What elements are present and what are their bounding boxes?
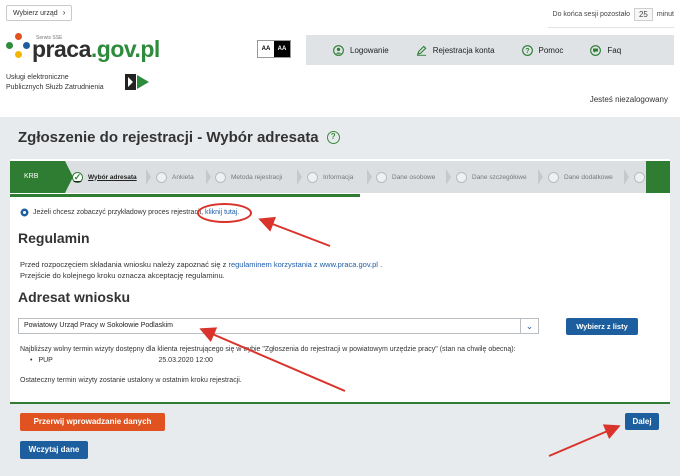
- choose-office-button[interactable]: Wybierz urząd ›: [6, 5, 73, 21]
- step-circle-icon: [156, 171, 167, 183]
- user-status: Jesteś niezalogowany: [589, 95, 668, 104]
- services-caption: Usługi elektroniczne Publicznych Służb Z…: [6, 73, 104, 93]
- step-information: Informacja: [307, 161, 353, 193]
- logo-emblem-icon: [6, 33, 30, 61]
- stepper-end: [646, 161, 670, 193]
- regulations-heading: Regulamin: [18, 230, 90, 246]
- contrast-normal-button[interactable]: AA: [258, 41, 274, 57]
- step-circle-icon: [215, 171, 226, 183]
- step-label: Dane szczegółowe: [472, 173, 527, 181]
- step-separator: [146, 169, 151, 185]
- contrast-high-button[interactable]: AA: [274, 41, 290, 57]
- stepper: KRB ✓ Wybór adresata Ankieta Metoda rejes…: [10, 161, 670, 193]
- step-label: Informacja: [323, 173, 354, 181]
- check-icon: ✓: [72, 171, 83, 183]
- progress-bar: [10, 194, 360, 197]
- next-button[interactable]: Dalej: [625, 413, 659, 430]
- annotation-circle: [197, 203, 252, 223]
- abort-button[interactable]: Przerwij wprowadzanie danych: [20, 413, 165, 431]
- step-separator: [297, 169, 302, 185]
- step-separator: [538, 169, 543, 185]
- site-logo[interactable]: praca.gov.pl Serwis SSE: [6, 33, 160, 61]
- step-circle-icon: [376, 171, 387, 183]
- services-line2: Publicznych Służb Zatrudnienia: [6, 84, 104, 91]
- step-label: Wybór adresata: [88, 173, 137, 181]
- choose-from-list-button[interactable]: Wybierz z listy: [566, 318, 638, 335]
- step-label: Dane dodatkowe: [564, 173, 613, 181]
- session-label: Do końca sesji pozostało: [552, 11, 630, 18]
- nav-faq-label: Faq: [607, 45, 622, 55]
- step-circle-icon: [307, 171, 318, 183]
- regulations-line1: Przed rozpoczęciem składania wniosku nal…: [20, 259, 382, 270]
- step-detailed-data: Dane szczegółowe: [456, 161, 527, 193]
- recipient-selected-value: Powiatowy Urząd Pracy w Sokołowie Podlas…: [24, 322, 173, 329]
- services-line1: Usługi elektroniczne: [6, 74, 69, 81]
- chevron-down-icon[interactable]: ⌄: [520, 319, 538, 333]
- main-nav: Logowanie Rejestracja konta ? Pomoc Faq: [306, 35, 674, 65]
- nav-register[interactable]: Rejestracja konta: [416, 45, 495, 56]
- visit-term: Najbliższy wolny termin wizyty dostępny …: [20, 344, 516, 366]
- nav-faq[interactable]: Faq: [590, 44, 622, 56]
- step-separator: [446, 169, 451, 185]
- nav-login-label: Logowanie: [350, 45, 389, 55]
- regulations-text: Przed rozpoczęciem składania wniosku nal…: [20, 259, 382, 281]
- example-info-text: Jeżeli chcesz zobaczyć przykładowy proce…: [33, 209, 202, 216]
- nav-login[interactable]: Logowanie: [333, 44, 389, 56]
- recipient-heading: Adresat wniosku: [18, 289, 131, 305]
- load-data-button[interactable]: Wczytaj dane: [20, 441, 88, 459]
- session-minutes: 25: [633, 8, 653, 21]
- svg-text:?: ?: [525, 47, 529, 54]
- user-icon: [333, 44, 344, 56]
- final-note: Ostateczny termin wizyty zostanie ustalo…: [20, 377, 242, 384]
- step-separator: [624, 169, 629, 185]
- regulations-link[interactable]: regulaminem korzystania z www.praca.gov.…: [228, 260, 378, 269]
- visit-term-date: 25.03.2020 12:00: [158, 357, 213, 364]
- panel-bottom-line: [10, 402, 670, 404]
- regulations-line1-pre: Przed rozpoczęciem składania wniosku nal…: [20, 260, 227, 269]
- visit-term-text: Najbliższy wolny termin wizyty dostępny …: [20, 346, 516, 353]
- nav-register-label: Rejestracja konta: [432, 45, 495, 55]
- help-icon: ?: [521, 44, 533, 56]
- step-label: Ankieta: [172, 173, 194, 181]
- session-unit: minut: [656, 11, 674, 18]
- step-label: Metoda rejestracji: [231, 173, 283, 181]
- visit-term-row: • PUP 25.03.2020 12:00: [30, 355, 516, 366]
- nav-help-label: Pomoc: [538, 45, 564, 55]
- step-circle-icon: [548, 171, 559, 183]
- step-separator: [206, 169, 211, 185]
- settings-icon: [20, 208, 29, 217]
- logo-sup: Serwis SSE: [36, 35, 63, 41]
- recipient-select[interactable]: Powiatowy Urząd Pracy w Sokołowie Podlas…: [18, 318, 539, 334]
- step-circle-icon: [456, 171, 467, 183]
- session-divider: [548, 27, 674, 28]
- contrast-switch: AA AA: [257, 40, 291, 58]
- psz-logo-icon: [125, 74, 149, 90]
- pen-icon: [416, 45, 427, 56]
- logo-suffix: .gov.pl: [90, 36, 160, 62]
- step-additional-data: Dane dodatkowe: [548, 161, 613, 193]
- step-krb: KRB: [10, 161, 73, 193]
- step-registration-method: Metoda rejestracji: [215, 161, 282, 193]
- step-choose-recipient: ✓ Wybór adresata: [72, 161, 137, 193]
- visit-term-office: PUP: [38, 357, 53, 364]
- bullet: •: [30, 357, 33, 364]
- step-label: Dane osobowe: [392, 173, 436, 181]
- session-timer: Do końca sesji pozostało 25 minut: [553, 8, 674, 21]
- page-title: Zgłoszenie do rejestracji - Wybór adresa…: [18, 129, 340, 146]
- help-icon[interactable]: ?: [326, 131, 340, 144]
- top-bar: Wybierz urząd › Do końca sesji pozostało …: [0, 0, 680, 30]
- chevron-right-icon: ›: [62, 8, 66, 17]
- choose-office-label: Wybierz urząd: [13, 10, 58, 17]
- page-title-text: Zgłoszenie do rejestracji - Wybór adresa…: [18, 129, 319, 146]
- nav-help[interactable]: ? Pomoc: [521, 44, 564, 56]
- faq-icon: [590, 44, 602, 56]
- step-personal-data: Dane osobowe: [376, 161, 435, 193]
- regulations-line1-post: .: [380, 260, 383, 269]
- regulations-line2: Przejście do kolejnego kroku oznacza akc…: [20, 271, 225, 280]
- step-separator: [367, 169, 372, 185]
- step-survey: Ankieta: [156, 161, 194, 193]
- step-circle-icon: [634, 171, 645, 183]
